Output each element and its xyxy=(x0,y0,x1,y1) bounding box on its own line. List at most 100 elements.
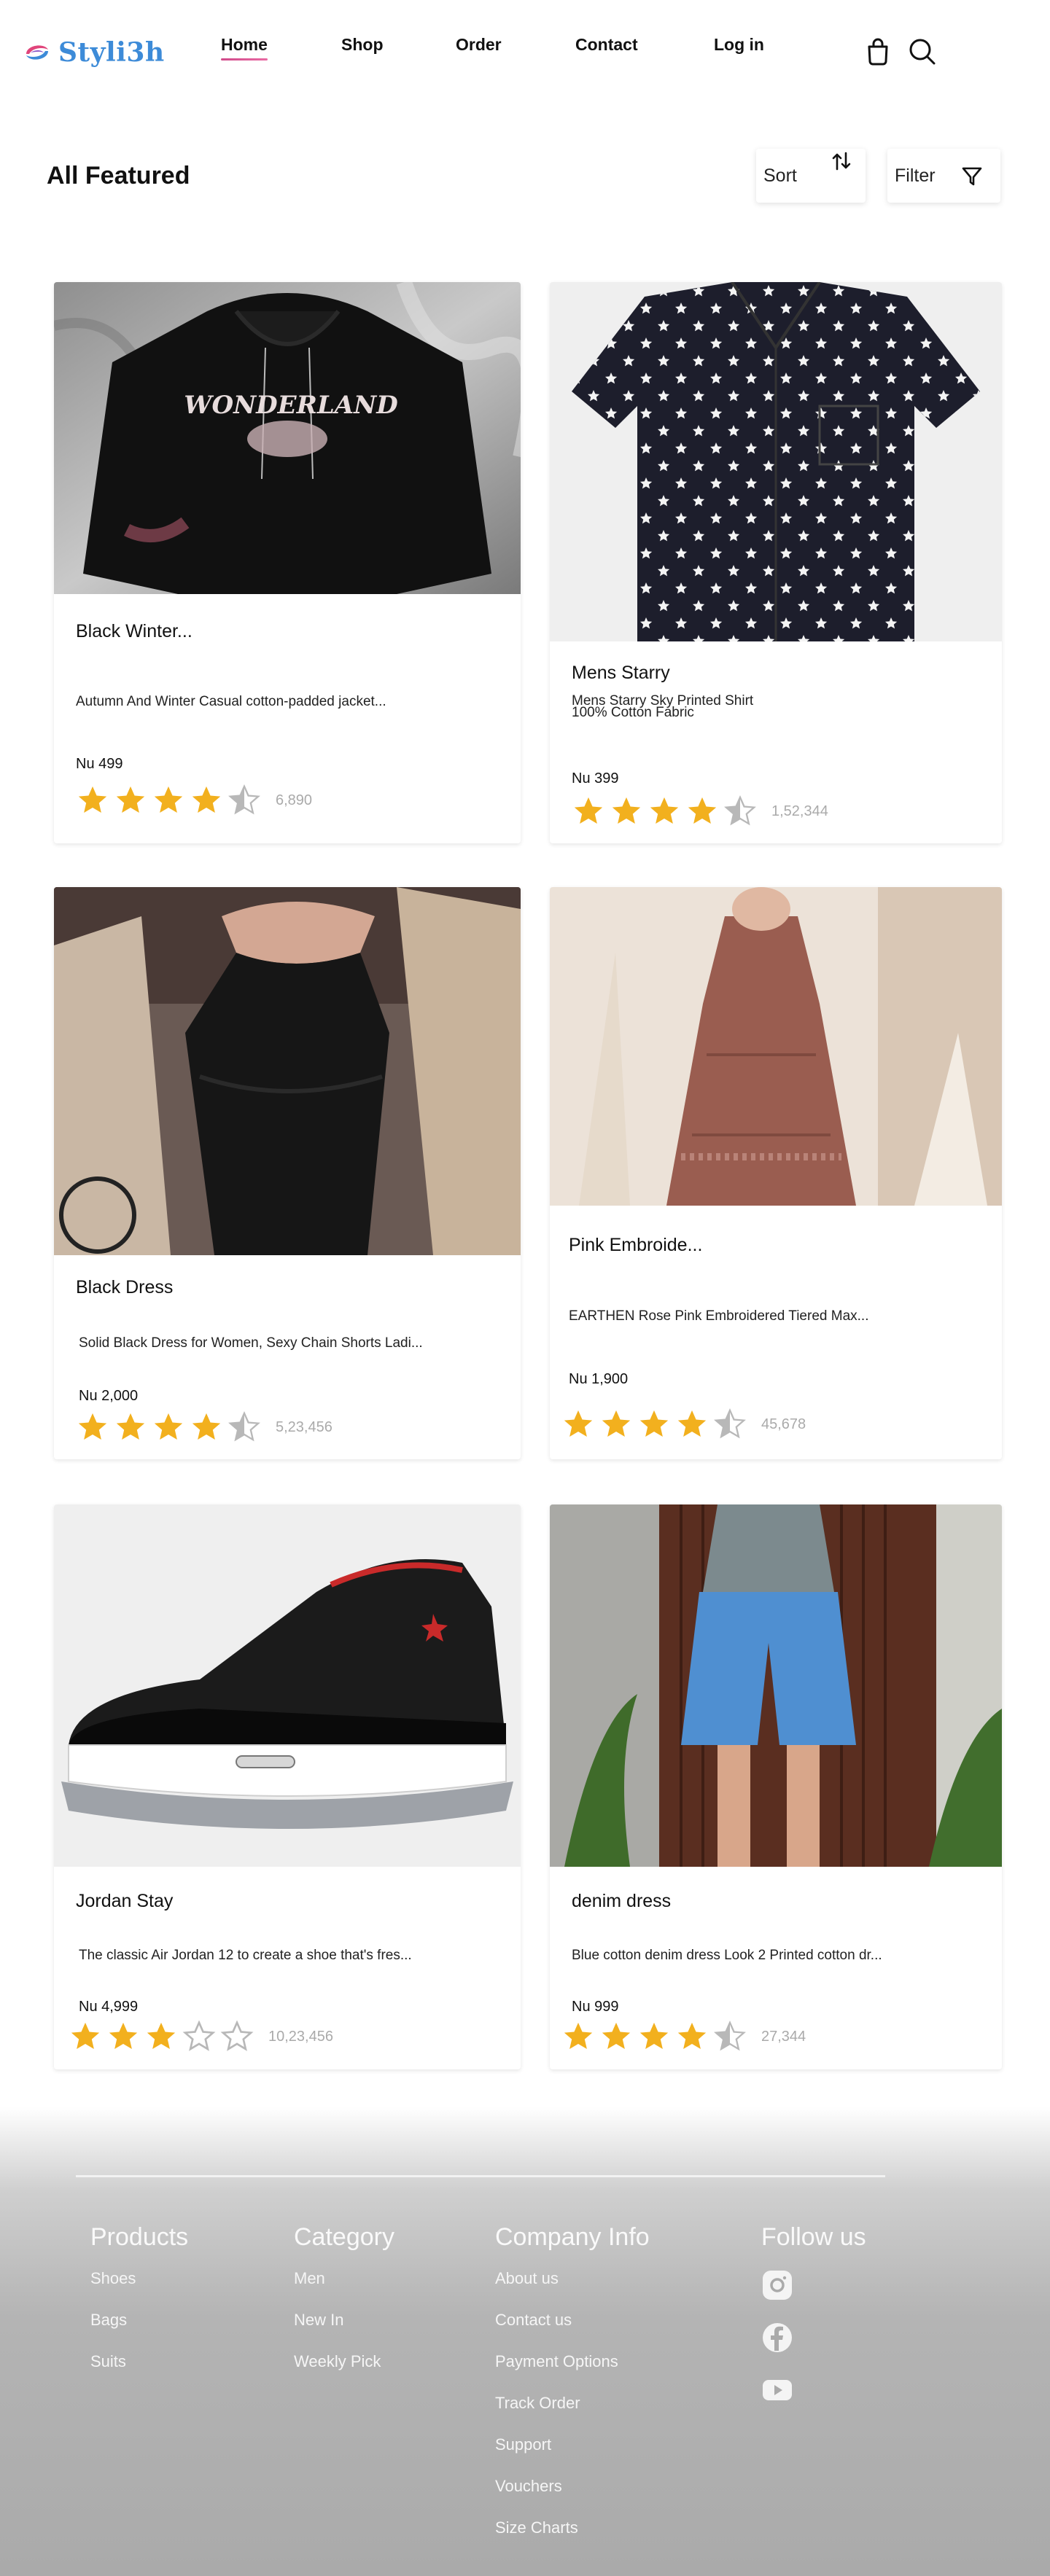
empty-star-icon xyxy=(182,2020,216,2051)
product-title: Black Winter... xyxy=(76,621,192,641)
product-image xyxy=(54,1504,521,1867)
footer-link-track-order[interactable]: Track Order xyxy=(495,2394,650,2435)
shopping-bag-icon[interactable] xyxy=(862,35,894,67)
product-rating: 1,52,344 xyxy=(572,795,828,828)
footer-link-shoes[interactable]: Shoes xyxy=(90,2269,188,2311)
star-icon xyxy=(109,2022,138,2050)
star-icon xyxy=(650,797,679,824)
footer-link-new-in[interactable]: New In xyxy=(294,2311,394,2352)
youtube-icon[interactable] xyxy=(761,2374,793,2406)
top-navbar: Styli3h Home Shop Order Contact Log in xyxy=(0,0,1050,102)
search-icon[interactable] xyxy=(906,35,938,67)
facebook-icon[interactable] xyxy=(761,2322,793,2354)
half-star-icon xyxy=(724,795,756,826)
footer-divider xyxy=(76,2175,885,2177)
footer-products-column: Products Shoes Bags Suits xyxy=(90,2223,188,2394)
footer-follow-column: Follow us xyxy=(761,2223,866,2427)
footer-link-payment-options[interactable]: Payment Options xyxy=(495,2352,650,2394)
footer-link-suits[interactable]: Suits xyxy=(90,2352,188,2394)
product-rating: 10,23,456 xyxy=(69,2020,333,2053)
product-card-denim-dress[interactable]: denim dress Blue cotton denim dress Look… xyxy=(550,1504,1002,2069)
footer-link-vouchers[interactable]: Vouchers xyxy=(495,2477,650,2518)
sort-label: Sort xyxy=(763,165,797,186)
footer-link-contact-us[interactable]: Contact us xyxy=(495,2311,650,2352)
product-price: Nu 499 xyxy=(76,756,123,772)
review-count: 10,23,456 xyxy=(268,2028,333,2045)
product-description: Autumn And Winter Casual cotton-padded j… xyxy=(76,694,386,709)
instagram-icon[interactable] xyxy=(761,2269,793,2301)
footer-link-about-us[interactable]: About us xyxy=(495,2269,650,2311)
footer-link-men[interactable]: Men xyxy=(294,2269,394,2311)
product-rating: 5,23,456 xyxy=(76,1410,332,1444)
nav-shop-link[interactable]: Shop xyxy=(341,35,384,55)
site-footer: Products Shoes Bags Suits Category Men N… xyxy=(0,2107,1050,2576)
empty-star-icon xyxy=(220,2020,254,2051)
product-card-pink-embroidered[interactable]: Pink Embroide... EARTHEN Rose Pink Embro… xyxy=(550,887,1002,1459)
product-card-mens-starry[interactable]: Mens Starry Mens Starry Sky Printed Shir… xyxy=(550,282,1002,843)
star-icon xyxy=(564,1410,593,1437)
star-icon xyxy=(574,797,603,824)
product-price: Nu 999 xyxy=(572,1999,619,2015)
star-icon xyxy=(192,1413,221,1440)
star-icon xyxy=(116,1413,145,1440)
brand-name: Styli3h xyxy=(58,37,165,68)
product-rating: 6,890 xyxy=(76,784,312,817)
star-icon xyxy=(192,786,221,813)
star-icon xyxy=(677,1410,707,1437)
footer-link-size-charts[interactable]: Size Charts xyxy=(495,2518,650,2560)
product-price: Nu 4,999 xyxy=(79,1999,139,2015)
review-count: 1,52,344 xyxy=(771,803,828,819)
review-count: 6,890 xyxy=(276,792,313,808)
svg-text:WONDERLAND: WONDERLAND xyxy=(184,391,398,420)
product-card-black-dress[interactable]: Black Dress Solid Black Dress for Women,… xyxy=(54,887,521,1459)
footer-link-support[interactable]: Support xyxy=(495,2435,650,2477)
star-icon xyxy=(602,1410,631,1437)
logo-icon xyxy=(26,45,48,60)
product-title: Mens Starry xyxy=(572,663,670,683)
filter-label: Filter xyxy=(895,165,936,186)
half-star-icon xyxy=(714,1408,746,1439)
review-count: 45,678 xyxy=(761,1416,806,1432)
star-icon xyxy=(677,2022,707,2050)
sort-button[interactable]: Sort xyxy=(756,149,866,203)
product-image xyxy=(54,887,521,1255)
product-card-black-winter[interactable]: WONDERLAND Black Winter... Autumn And Wi… xyxy=(54,282,521,843)
product-rating: 27,344 xyxy=(561,2020,806,2053)
product-image xyxy=(550,887,1002,1206)
footer-link-weekly-pick[interactable]: Weekly Pick xyxy=(294,2352,394,2394)
star-icon xyxy=(688,797,717,824)
star-icon xyxy=(154,1413,183,1440)
half-star-icon xyxy=(714,2020,746,2051)
star-icon xyxy=(564,2022,593,2050)
nav-contact-link[interactable]: Contact xyxy=(575,35,638,55)
nav-order-link[interactable]: Order xyxy=(456,35,502,55)
nav-login-link[interactable]: Log in xyxy=(714,35,764,55)
footer-link-bags[interactable]: Bags xyxy=(90,2311,188,2352)
footer-follow-heading: Follow us xyxy=(761,2223,866,2251)
star-icon xyxy=(147,2022,176,2050)
product-image: WONDERLAND xyxy=(54,282,521,594)
product-title: Black Dress xyxy=(76,1277,174,1297)
filter-button[interactable]: Filter xyxy=(887,149,1000,203)
product-price: Nu 1,900 xyxy=(569,1371,629,1387)
nav-home-link[interactable]: Home xyxy=(221,35,268,61)
review-count: 5,23,456 xyxy=(276,1418,332,1435)
half-star-icon xyxy=(228,1410,260,1442)
product-title: Jordan Stay xyxy=(76,1891,174,1911)
product-price: Nu 399 xyxy=(572,770,619,787)
star-icon xyxy=(78,786,107,813)
review-count: 27,344 xyxy=(761,2028,806,2045)
product-image xyxy=(550,1504,1002,1867)
product-description: EARTHEN Rose Pink Embroidered Tiered Max… xyxy=(569,1308,869,1324)
star-icon xyxy=(78,1413,107,1440)
product-description: Blue cotton denim dress Look 2 Printed c… xyxy=(572,1948,882,1963)
star-icon xyxy=(639,2022,669,2050)
star-icon xyxy=(602,2022,631,2050)
star-icon xyxy=(71,2022,100,2050)
product-card-jordan-stay[interactable]: Jordan Stay The classic Air Jordan 12 to… xyxy=(54,1504,521,2069)
brand-logo[interactable]: Styli3h xyxy=(22,35,165,70)
filter-funnel-icon xyxy=(962,167,982,186)
star-icon xyxy=(154,786,183,813)
product-image xyxy=(550,282,1002,641)
product-description: The classic Air Jordan 12 to create a sh… xyxy=(79,1948,412,1963)
